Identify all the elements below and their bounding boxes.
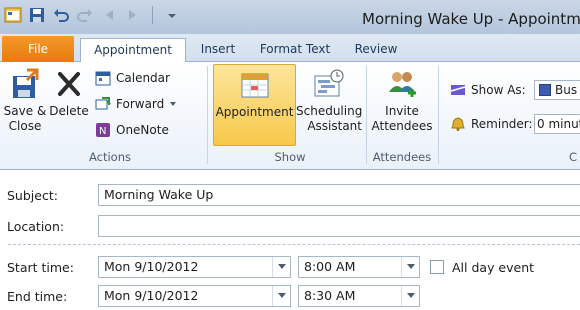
start-time-label: Start time:: [7, 260, 74, 275]
end-time-dropdown[interactable]: 8:30 AM: [298, 285, 420, 307]
undo-icon[interactable]: [52, 6, 70, 24]
appointment-icon: [239, 69, 271, 101]
previous-item-icon[interactable]: [100, 6, 118, 24]
redo-icon[interactable]: [76, 6, 94, 24]
chevron-down-icon[interactable]: [272, 286, 290, 306]
show-as-dropdown[interactable]: Bus: [534, 80, 580, 100]
reminder-dropdown[interactable]: 0 minut: [534, 114, 580, 134]
group-label-actions: Actions: [88, 150, 131, 164]
ribbon: Save & Close Delete Calendar Forward N O…: [0, 62, 580, 170]
next-item-icon[interactable]: [124, 6, 142, 24]
location-input[interactable]: [98, 215, 580, 237]
invite-attendees-icon: [386, 68, 418, 100]
onenote-icon: N: [96, 123, 110, 137]
delete-button[interactable]: Delete: [48, 64, 90, 119]
save-icon[interactable]: [28, 6, 46, 24]
title-bar: Morning Wake Up - Appointm: [0, 0, 580, 34]
customize-toolbar-icon[interactable]: [163, 6, 181, 24]
onenote-button[interactable]: N OneNote: [95, 120, 169, 140]
group-label-show: Show: [274, 150, 306, 164]
svg-text:N: N: [99, 126, 106, 137]
appointment-view-button[interactable]: Appointment: [213, 64, 296, 146]
forward-button[interactable]: Forward: [95, 94, 177, 114]
invite-attendees-button[interactable]: Invite Attendees: [370, 64, 434, 134]
show-as-label: Show As:: [450, 80, 526, 100]
group-divider: [207, 66, 208, 164]
chevron-down-icon[interactable]: [401, 286, 419, 306]
group-label-options: C: [568, 150, 578, 164]
reminder-bell-icon: [451, 117, 465, 131]
save-close-button[interactable]: Save & Close: [3, 64, 47, 134]
chevron-down-icon[interactable]: [401, 257, 419, 277]
chevron-down-icon[interactable]: [272, 257, 290, 277]
subject-label: Subject:: [7, 188, 58, 203]
form-divider: [8, 244, 580, 245]
end-date-picker[interactable]: Mon 9/10/2012: [98, 285, 291, 307]
tab-format-text[interactable]: Format Text: [252, 38, 338, 62]
quick-access-toolbar: [4, 6, 181, 24]
tab-appointment[interactable]: Appointment: [80, 38, 186, 63]
location-label: Location:: [7, 219, 65, 234]
busy-swatch-icon: [539, 84, 551, 96]
chevron-down-icon: [170, 102, 177, 106]
start-date-picker[interactable]: Mon 9/10/2012: [98, 256, 291, 278]
qat-divider: [152, 6, 153, 24]
end-time-label: End time:: [7, 289, 68, 304]
start-time-dropdown[interactable]: 8:00 AM: [298, 256, 420, 278]
outlook-app-icon[interactable]: [4, 6, 22, 24]
subject-input[interactable]: Morning Wake Up: [98, 184, 580, 206]
window-title: Morning Wake Up - Appointm: [362, 10, 580, 28]
appointment-form: Subject: Morning Wake Up Location: Start…: [0, 171, 580, 310]
tab-file[interactable]: File: [2, 36, 74, 62]
forward-icon: [95, 97, 111, 110]
calendar-button[interactable]: Calendar: [95, 68, 170, 88]
group-divider: [366, 66, 367, 164]
reminder-label: Reminder:: [450, 114, 533, 134]
ribbon-tab-bar: File Appointment Insert Format Text Revi…: [0, 34, 580, 63]
group-divider: [438, 66, 439, 164]
show-as-icon: [450, 85, 466, 95]
all-day-label: All day event: [452, 260, 535, 275]
delete-icon: [53, 68, 85, 100]
tab-review[interactable]: Review: [348, 38, 404, 62]
calendar-icon: [95, 71, 111, 86]
save-close-icon: [9, 68, 41, 100]
all-day-checkbox[interactable]: [430, 260, 444, 274]
scheduling-assistant-icon: [313, 68, 345, 100]
tab-insert[interactable]: Insert: [192, 38, 244, 62]
scheduling-assistant-button[interactable]: Scheduling Assistant: [296, 64, 362, 134]
group-label-attendees: Attendees: [372, 150, 432, 164]
